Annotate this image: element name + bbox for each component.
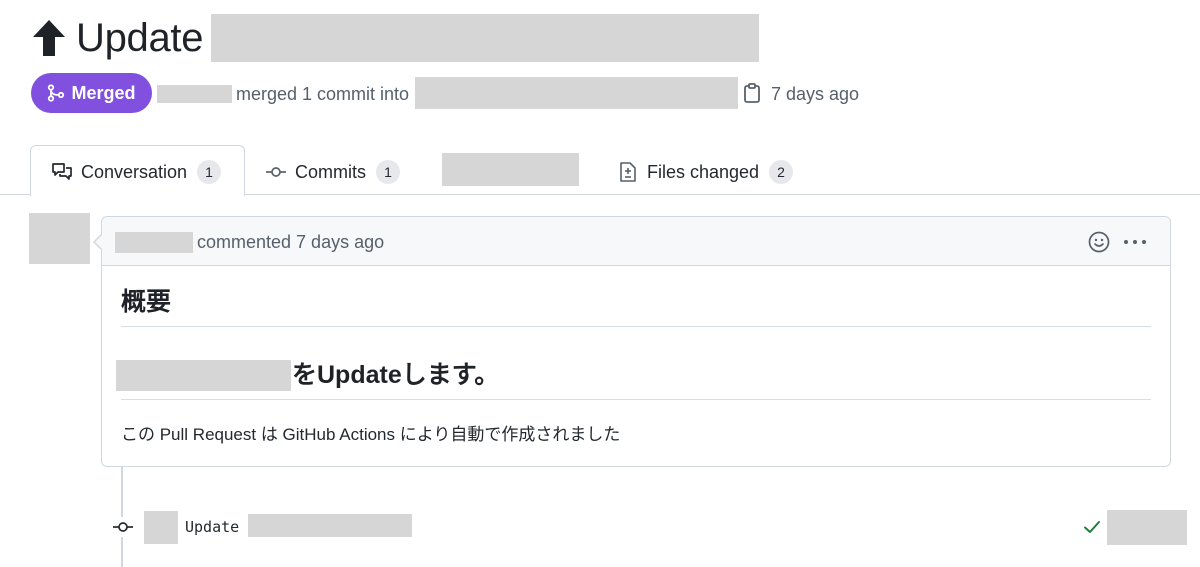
tab-commits-count: 1 — [376, 160, 400, 184]
comment-discussion-icon — [52, 163, 72, 180]
comment-caret-fill — [95, 234, 103, 250]
avatar[interactable] — [29, 213, 90, 264]
redacted-commit-sha[interactable] — [1107, 510, 1187, 545]
merge-description: merged 1 commit into — [236, 84, 410, 104]
heading-divider — [121, 326, 1151, 327]
subheading-divider — [121, 399, 1151, 400]
comment-subheading: をUpdateします。 — [292, 361, 500, 389]
git-merge-icon — [48, 84, 65, 102]
tab-files-changed-count: 2 — [769, 160, 794, 184]
tab-conversation[interactable]: Conversation 1 — [51, 155, 222, 189]
redacted-commenter[interactable] — [115, 232, 193, 253]
git-commit-icon — [266, 167, 286, 177]
tab-commits[interactable]: Commits 1 — [265, 155, 400, 189]
file-diff-icon — [620, 162, 636, 182]
tab-conversation-label: Conversation — [81, 161, 188, 182]
kebab-horizontal-icon[interactable] — [1122, 232, 1148, 252]
redacted-title — [211, 14, 759, 62]
redacted-author[interactable] — [157, 85, 232, 103]
tab-files-changed-label: Files changed — [647, 161, 760, 182]
merged-label: Merged — [71, 82, 136, 103]
merge-time: 7 days ago — [771, 84, 860, 104]
arrow-up-icon — [33, 20, 65, 56]
comment-action-text: commented 7 days ago — [197, 232, 385, 252]
tab-commits-label: Commits — [295, 161, 366, 182]
tab-files-changed[interactable]: Files changed 2 — [617, 155, 794, 189]
git-commit-icon — [112, 517, 134, 537]
redacted-commit-message[interactable] — [248, 514, 412, 537]
pr-title-text: Update — [76, 16, 204, 60]
page-title: Update — [32, 14, 203, 62]
redacted-branch[interactable] — [415, 77, 738, 109]
comment-body-text: この Pull Request は GitHub Actions により自動で作… — [121, 425, 621, 444]
tab-conversation-count: 1 — [197, 160, 222, 184]
check-icon[interactable] — [1082, 517, 1102, 537]
comment-heading: 概要 — [121, 288, 172, 316]
redacted-package-name — [116, 360, 291, 391]
merged-status-badge: Merged — [31, 73, 152, 113]
smiley-icon[interactable] — [1088, 231, 1110, 253]
copy-icon[interactable] — [742, 82, 762, 104]
redacted-tab[interactable] — [442, 153, 579, 186]
commit-message[interactable]: Update — [185, 516, 239, 538]
commit-author-avatar[interactable] — [144, 511, 178, 544]
